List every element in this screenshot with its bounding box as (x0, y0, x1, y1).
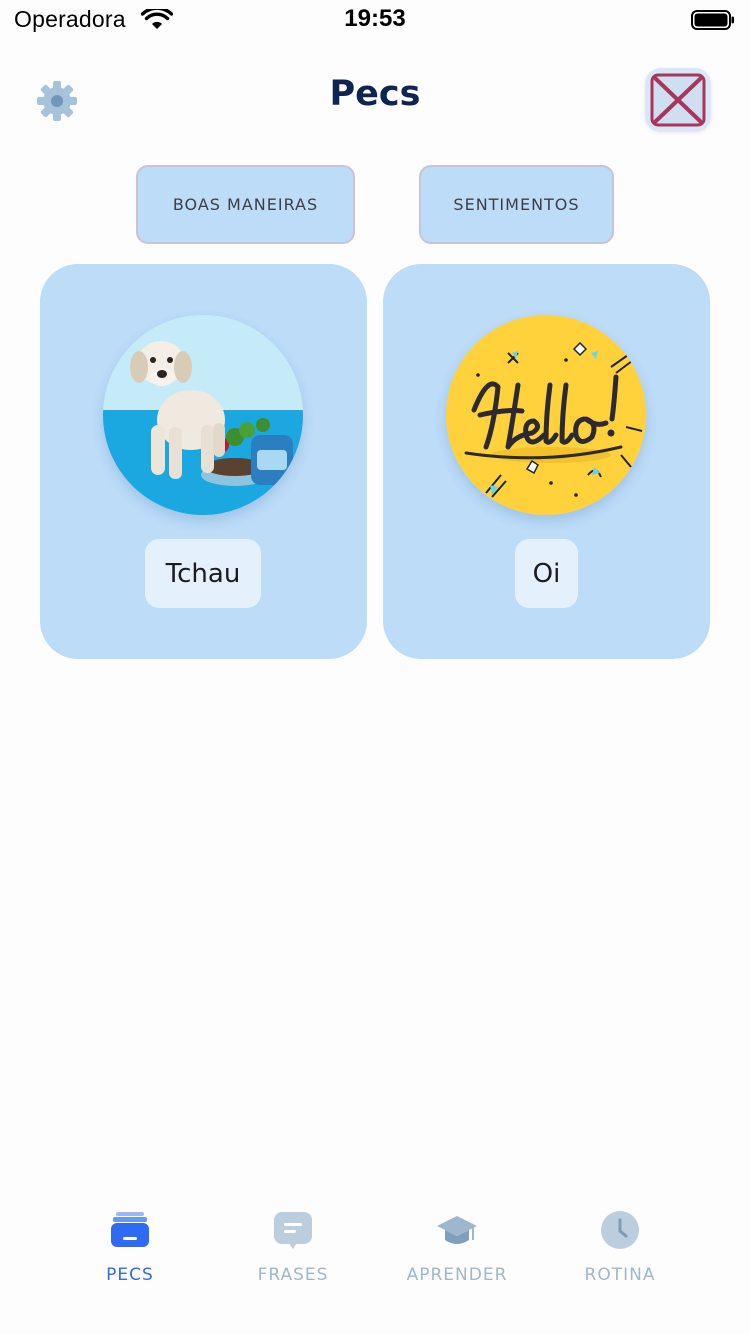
tab-label: FRASES (257, 1265, 329, 1285)
clock-icon (601, 1211, 639, 1249)
status-bar: Operadora 19:53 (0, 0, 750, 40)
tab-label: PECS (106, 1265, 154, 1285)
close-x-icon (650, 73, 706, 127)
card-label: Tchau (145, 539, 261, 608)
graduation-cap-icon (437, 1216, 477, 1244)
pecs-card-tchau[interactable]: Tchau (40, 264, 367, 659)
close-button[interactable] (645, 68, 711, 132)
chat-bubble-icon (274, 1212, 312, 1249)
tab-label: ROTINA (584, 1265, 656, 1285)
pecs-card-oi[interactable]: Oi (383, 264, 710, 659)
battery-icon (691, 10, 734, 30)
hello-image (446, 315, 646, 515)
category-chip-sentimentos[interactable]: SENTIMENTOS (419, 165, 614, 244)
page-title: Pecs (329, 74, 421, 114)
tab-rotina[interactable]: ROTINA (540, 1205, 700, 1295)
tab-frases[interactable]: FRASES (213, 1205, 373, 1295)
clock: 19:53 (344, 5, 406, 32)
tab-aprender[interactable]: APRENDER (377, 1205, 537, 1295)
tab-pecs[interactable]: PECS (50, 1205, 210, 1295)
category-chip-boas-maneiras[interactable]: BOAS MANEIRAS (136, 165, 355, 244)
stack-icon (111, 1212, 149, 1247)
card-label: Oi (515, 539, 578, 608)
tab-label: APRENDER (406, 1265, 508, 1285)
puppy-image (103, 315, 303, 515)
